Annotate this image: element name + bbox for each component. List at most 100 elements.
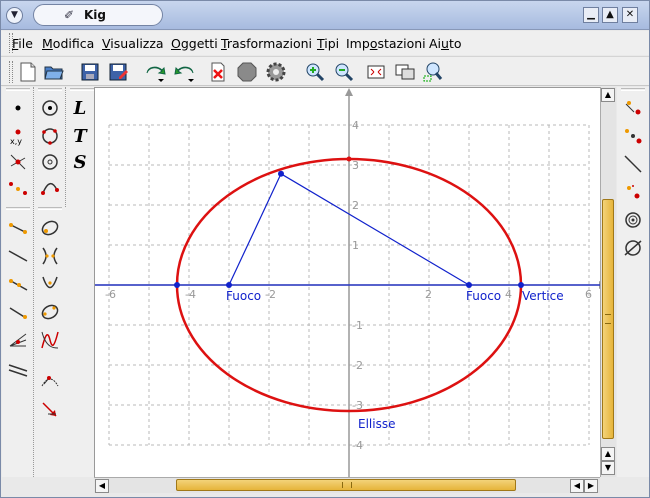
- angle-bisector-tool[interactable]: [7, 329, 29, 351]
- horizontal-scroll-thumb[interactable]: [176, 479, 516, 491]
- locus-icon: [41, 376, 59, 387]
- vertical-scrollbar[interactable]: ▲ ▲ ▼: [600, 87, 616, 477]
- point-tool[interactable]: [7, 97, 29, 119]
- save-as-icon[interactable]: [107, 61, 129, 83]
- arc-icon: [41, 183, 59, 195]
- parallel-icon: [8, 364, 28, 377]
- tool-column-divider-2: [65, 87, 68, 207]
- script-icon: T: [73, 125, 87, 147]
- point-icon: [15, 105, 21, 111]
- scroll-left-button-2[interactable]: ◀: [570, 479, 584, 493]
- scroll-up-button[interactable]: ▲: [601, 88, 615, 102]
- translation-icon: [625, 101, 641, 115]
- ellipse-label: Ellisse: [358, 417, 395, 431]
- stop-icon[interactable]: [236, 61, 258, 83]
- vertical-scroll-thumb[interactable]: [602, 199, 614, 439]
- redo-icon[interactable]: [174, 61, 196, 83]
- zoom-area-icon[interactable]: [422, 61, 444, 83]
- perpendicular-icon: [9, 307, 27, 319]
- main-toolbar: [1, 56, 649, 86]
- horizontal-scrollbar[interactable]: ◀ ◀ ▶: [94, 477, 600, 493]
- geometry-plot[interactable]: -6 -4 -2 2 4 64321-1-2-3-4Fuoco Fuoco VerticeEl…: [95, 88, 607, 478]
- hyperbola-tool[interactable]: [39, 245, 61, 267]
- homology-icon: [624, 240, 642, 256]
- delete-icon[interactable]: [207, 61, 229, 83]
- full-screen-icon[interactable]: [394, 61, 416, 83]
- drawing-canvas[interactable]: -6 -4 -2 2 4 6 4 3 2 1 -1 -2 -3 -4 Fuoco Fuoco Vertice El…: [94, 87, 607, 478]
- scaling-tool[interactable]: [622, 209, 644, 231]
- zoom-out-icon[interactable]: [333, 61, 355, 83]
- harmonic-homology-tool[interactable]: [622, 237, 644, 259]
- new-icon[interactable]: [17, 61, 39, 83]
- menu-aiuto[interactable]: Aiuto: [429, 36, 462, 51]
- perpendicular-tool[interactable]: [7, 301, 29, 323]
- locus-tool[interactable]: [39, 371, 61, 393]
- scroll-left-button[interactable]: ◀: [95, 479, 109, 493]
- ray-icon: [9, 279, 28, 291]
- circle-radius-tool[interactable]: [39, 151, 61, 173]
- y-tick-label: -4: [352, 439, 363, 452]
- point-reflection-tool[interactable]: [622, 125, 644, 147]
- parabola-tool[interactable]: [39, 273, 61, 295]
- save-icon[interactable]: [79, 61, 101, 83]
- svg-text:x,y: x,y: [10, 137, 22, 146]
- symmetry-tool[interactable]: S: [69, 151, 91, 173]
- python-script-tool[interactable]: T: [69, 125, 91, 147]
- parallel-tool[interactable]: [7, 359, 29, 381]
- menu-file[interactable]: File: [12, 36, 33, 51]
- point-by-coordinates-tool[interactable]: x,y: [7, 125, 29, 147]
- ellipse-tool[interactable]: [39, 301, 61, 323]
- vertex-label: Vertice: [522, 289, 564, 303]
- minimize-button[interactable]: ▁: [583, 7, 599, 23]
- intersection-tool[interactable]: [7, 151, 29, 173]
- scroll-right-button[interactable]: ▶: [584, 479, 598, 493]
- scroll-up-button-2[interactable]: ▲: [601, 447, 615, 461]
- midpoint-tool[interactable]: [7, 177, 29, 199]
- text-label-icon: L: [73, 97, 87, 119]
- window-title: Kig: [84, 8, 107, 22]
- scroll-down-button[interactable]: ▼: [601, 461, 615, 475]
- maximize-button[interactable]: ▲: [602, 7, 618, 23]
- menu-trasformazioni[interactable]: Trasformazioni: [221, 36, 312, 51]
- circle-three-points-tool[interactable]: [39, 125, 61, 147]
- ray-tool[interactable]: [7, 273, 29, 295]
- left-vertex-point: [174, 282, 180, 288]
- intersection-icon: [10, 154, 26, 170]
- title-bar: ▼ ✐ Kig ▁ ▲ ✕: [1, 1, 649, 30]
- circle-three-points-icon: [42, 128, 58, 145]
- vector-icon: [42, 402, 57, 417]
- menu-visualizza[interactable]: Visualizza: [102, 36, 164, 51]
- translation-tool[interactable]: [622, 97, 644, 119]
- toolbar-grip[interactable]: [9, 61, 13, 83]
- focus-label-1: Fuoco: [226, 289, 261, 303]
- cubic-tool[interactable]: [39, 329, 61, 351]
- focus-label-2: Fuoco: [466, 289, 501, 303]
- rotation-icon: [627, 185, 640, 199]
- vector-tool[interactable]: [39, 399, 61, 421]
- close-button[interactable]: ✕: [622, 7, 638, 23]
- text-label-tool[interactable]: L: [69, 97, 91, 119]
- arc-tool[interactable]: [39, 177, 61, 199]
- tool-separator: [70, 88, 94, 91]
- tool-separator: [38, 88, 62, 91]
- focus-point-2: [466, 282, 472, 288]
- zoom-in-icon[interactable]: [304, 61, 326, 83]
- conic-tool[interactable]: [39, 217, 61, 239]
- segment-tool[interactable]: [7, 217, 29, 239]
- menu-modifica[interactable]: Modifica: [42, 36, 94, 51]
- thumb-grip: [342, 482, 352, 488]
- circle-by-center-tool[interactable]: [39, 97, 61, 119]
- point-on-ellipse: [278, 170, 284, 177]
- window-menu-button[interactable]: ▼: [6, 7, 23, 24]
- menu-oggetti[interactable]: Oggetti: [171, 36, 218, 51]
- y-tick-label: 1: [352, 239, 359, 252]
- mirror-tool[interactable]: [622, 153, 644, 175]
- fit-to-page-icon[interactable]: [365, 61, 387, 83]
- menu-tipi[interactable]: Tipi: [317, 36, 339, 51]
- line-tool[interactable]: [7, 245, 29, 267]
- undo-icon[interactable]: [144, 61, 166, 83]
- open-icon[interactable]: [43, 61, 65, 83]
- run-macro-icon[interactable]: [265, 61, 287, 83]
- menu-impostazioni[interactable]: Impostazioni: [346, 36, 426, 51]
- rotation-tool[interactable]: [622, 181, 644, 203]
